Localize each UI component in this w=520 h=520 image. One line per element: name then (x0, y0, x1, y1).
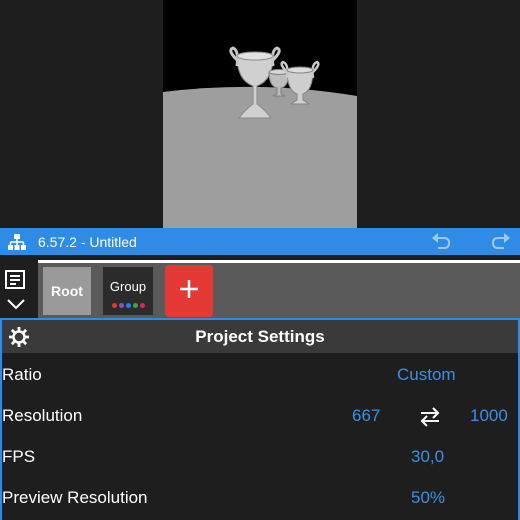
ratio-value[interactable]: Custom (397, 365, 456, 385)
hierarchy-icon[interactable] (6, 231, 28, 253)
scene-canvas[interactable] (163, 0, 357, 228)
panel-title: Project Settings (195, 326, 325, 346)
plus-icon (178, 278, 200, 305)
color-dot (112, 303, 117, 308)
ratio-label: Ratio (2, 365, 42, 384)
panel-toggle-button[interactable] (4, 269, 32, 315)
preview-resolution-label: Preview Resolution (2, 488, 148, 507)
title-bar: 6.57.2 - Untitled (0, 228, 520, 255)
resolution-row: Resolution 667 1000 (2, 402, 518, 432)
tab-group-label: Group (109, 279, 147, 294)
scene-tabs-area: Root Group (0, 255, 520, 318)
swap-icon[interactable] (418, 406, 442, 428)
fps-field[interactable]: 30,0 (411, 447, 444, 467)
color-dot (140, 303, 145, 308)
color-dot (119, 303, 124, 308)
project-settings-panel: Project Settings Ratio Custom Resolution… (0, 318, 520, 520)
resolution-height-field[interactable]: 1000 (470, 406, 508, 426)
chevron-down-icon (4, 299, 28, 316)
scene-tab-strip: Root Group (38, 260, 520, 318)
fps-label: FPS (2, 447, 36, 466)
preview-resolution-value[interactable]: 50% (411, 488, 445, 508)
color-dot (133, 303, 138, 308)
panel-header: Project Settings (2, 320, 518, 353)
scene-render (163, 0, 357, 228)
gear-icon[interactable] (8, 326, 30, 348)
ratio-row: Ratio Custom (2, 361, 518, 391)
fps-row: FPS 30,0 (2, 443, 518, 473)
tab-root-label: Root (51, 283, 83, 299)
resolution-label: Resolution (2, 406, 83, 425)
group-color-dots (112, 303, 145, 308)
add-scene-button[interactable] (165, 265, 213, 317)
tab-group[interactable]: Group (103, 267, 153, 315)
list-icon (4, 270, 28, 295)
project-title: 6.57.2 - Untitled (38, 233, 137, 250)
tab-root[interactable]: Root (43, 267, 91, 315)
preview-resolution-row: Preview Resolution 50% (2, 484, 518, 514)
redo-icon[interactable] (490, 232, 512, 252)
resolution-width-field[interactable]: 667 (352, 406, 380, 426)
color-dot (126, 303, 131, 308)
viewport[interactable] (0, 0, 520, 228)
undo-icon[interactable] (430, 232, 452, 252)
